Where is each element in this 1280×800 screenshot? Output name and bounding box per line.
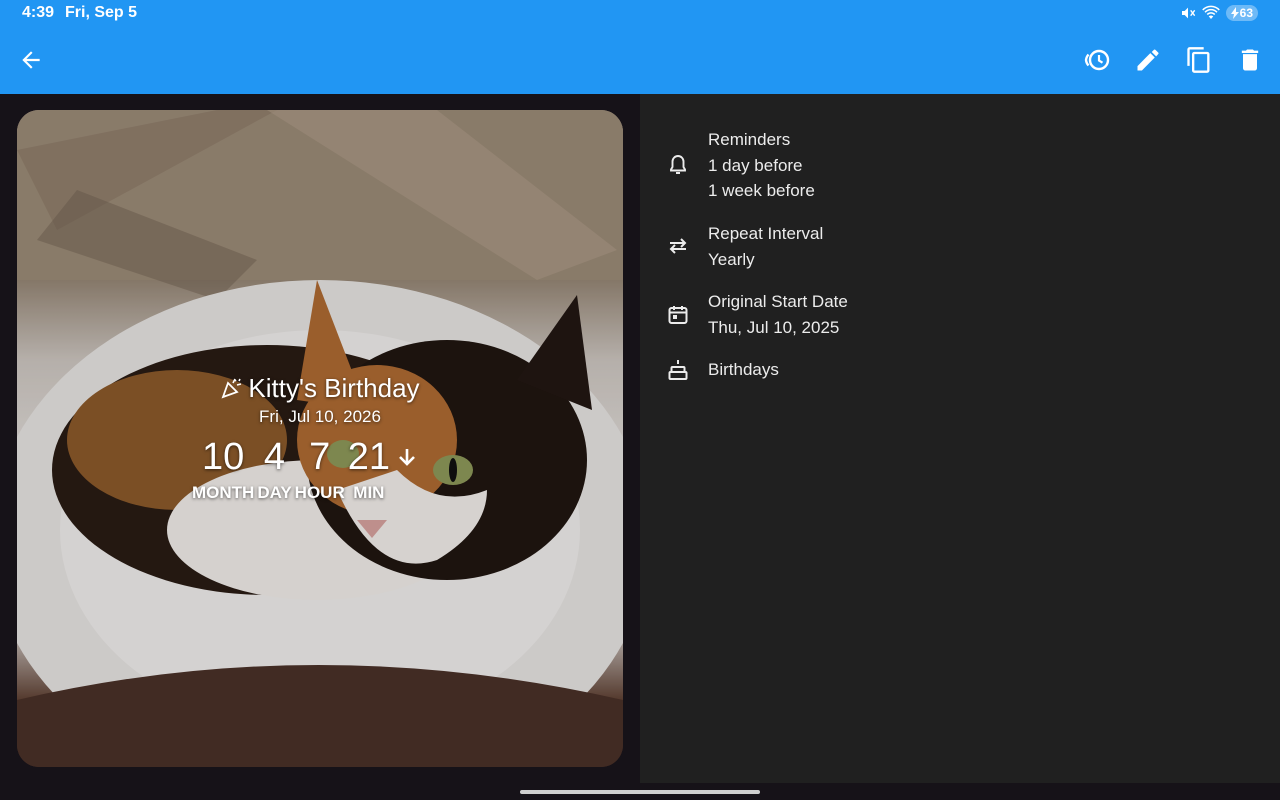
event-photo: Kitty's Birthday Fri, Jul 10, 2026 10 MO… <box>17 110 623 767</box>
event-panel: Kitty's Birthday Fri, Jul 10, 2026 10 MO… <box>0 94 640 783</box>
arrow-back-icon <box>18 47 44 73</box>
reminders-label: Reminders <box>708 130 791 149</box>
status-date: Fri, Sep 5 <box>65 4 138 21</box>
wifi-icon <box>1201 5 1220 21</box>
category-label: Birthdays <box>708 360 779 379</box>
delete-icon <box>1236 46 1264 74</box>
countdown-label: HOUR <box>294 483 345 502</box>
event-date: Fri, Jul 10, 2026 <box>259 407 381 426</box>
calendar-icon <box>666 303 690 327</box>
back-button[interactable] <box>18 47 44 73</box>
countdown-label: DAY <box>257 483 292 502</box>
battery-charging-icon <box>1230 7 1239 19</box>
countdown-min: 21 MIN <box>348 434 390 504</box>
countdown-label: MONTH <box>192 483 255 502</box>
countdown-month: 10 MONTH <box>192 434 254 504</box>
countdown-value: 10 <box>202 436 245 478</box>
countdown: 10 MONTH 4 DAY 7 HOUR 21 MIN <box>192 434 419 504</box>
copy-button[interactable] <box>1185 46 1213 74</box>
countdown-value: 4 <box>263 436 286 478</box>
bell-icon <box>666 153 690 177</box>
battery-indicator: 63 <box>1225 5 1258 21</box>
countdown-value: 21 <box>347 436 391 478</box>
history-icon <box>1083 46 1111 74</box>
repeat-icon <box>666 234 690 258</box>
copy-icon <box>1185 46 1213 74</box>
start-date-label: Original Start Date <box>708 292 848 311</box>
arrow-down-icon <box>395 446 419 470</box>
gesture-bar <box>0 783 1280 800</box>
start-date-value: Thu, Jul 10, 2025 <box>708 317 840 337</box>
edit-icon <box>1134 46 1162 74</box>
party-popper-icon <box>220 376 244 400</box>
repeat-label: Repeat Interval <box>708 224 824 243</box>
cake-icon <box>666 358 690 382</box>
status-icons: 63 <box>1180 3 1258 23</box>
status-time: 4:39 <box>22 4 55 21</box>
repeat-section: Repeat Interval Yearly <box>708 221 823 272</box>
home-gesture-handle[interactable] <box>520 790 760 794</box>
history-button[interactable] <box>1083 46 1111 74</box>
reminder-item: 1 week before <box>708 181 815 200</box>
delete-button[interactable] <box>1236 46 1264 74</box>
event-title-text: Kitty's Birthday <box>248 373 420 403</box>
countdown-hour: 7 HOUR <box>295 434 345 504</box>
app-bar: 4:39 Fri, Sep 5 63 <box>0 0 1280 94</box>
edit-button[interactable] <box>1134 46 1162 74</box>
start-date-section: Original Start Date Thu, Jul 10, 2025 <box>708 289 848 340</box>
event-title: Kitty's Birthday <box>17 373 623 404</box>
repeat-value: Yearly <box>708 249 755 269</box>
reminders-section: Reminders 1 day before 1 week before <box>708 127 815 204</box>
countdown-day: 4 DAY <box>257 434 291 504</box>
mute-icon <box>1180 5 1196 21</box>
battery-level: 63 <box>1239 6 1253 20</box>
event-details: Reminders 1 day before 1 week before Rep… <box>640 94 1280 783</box>
countdown-value: 7 <box>309 436 331 478</box>
reminder-item: 1 day before <box>708 155 803 175</box>
countdown-label: MIN <box>353 483 385 502</box>
